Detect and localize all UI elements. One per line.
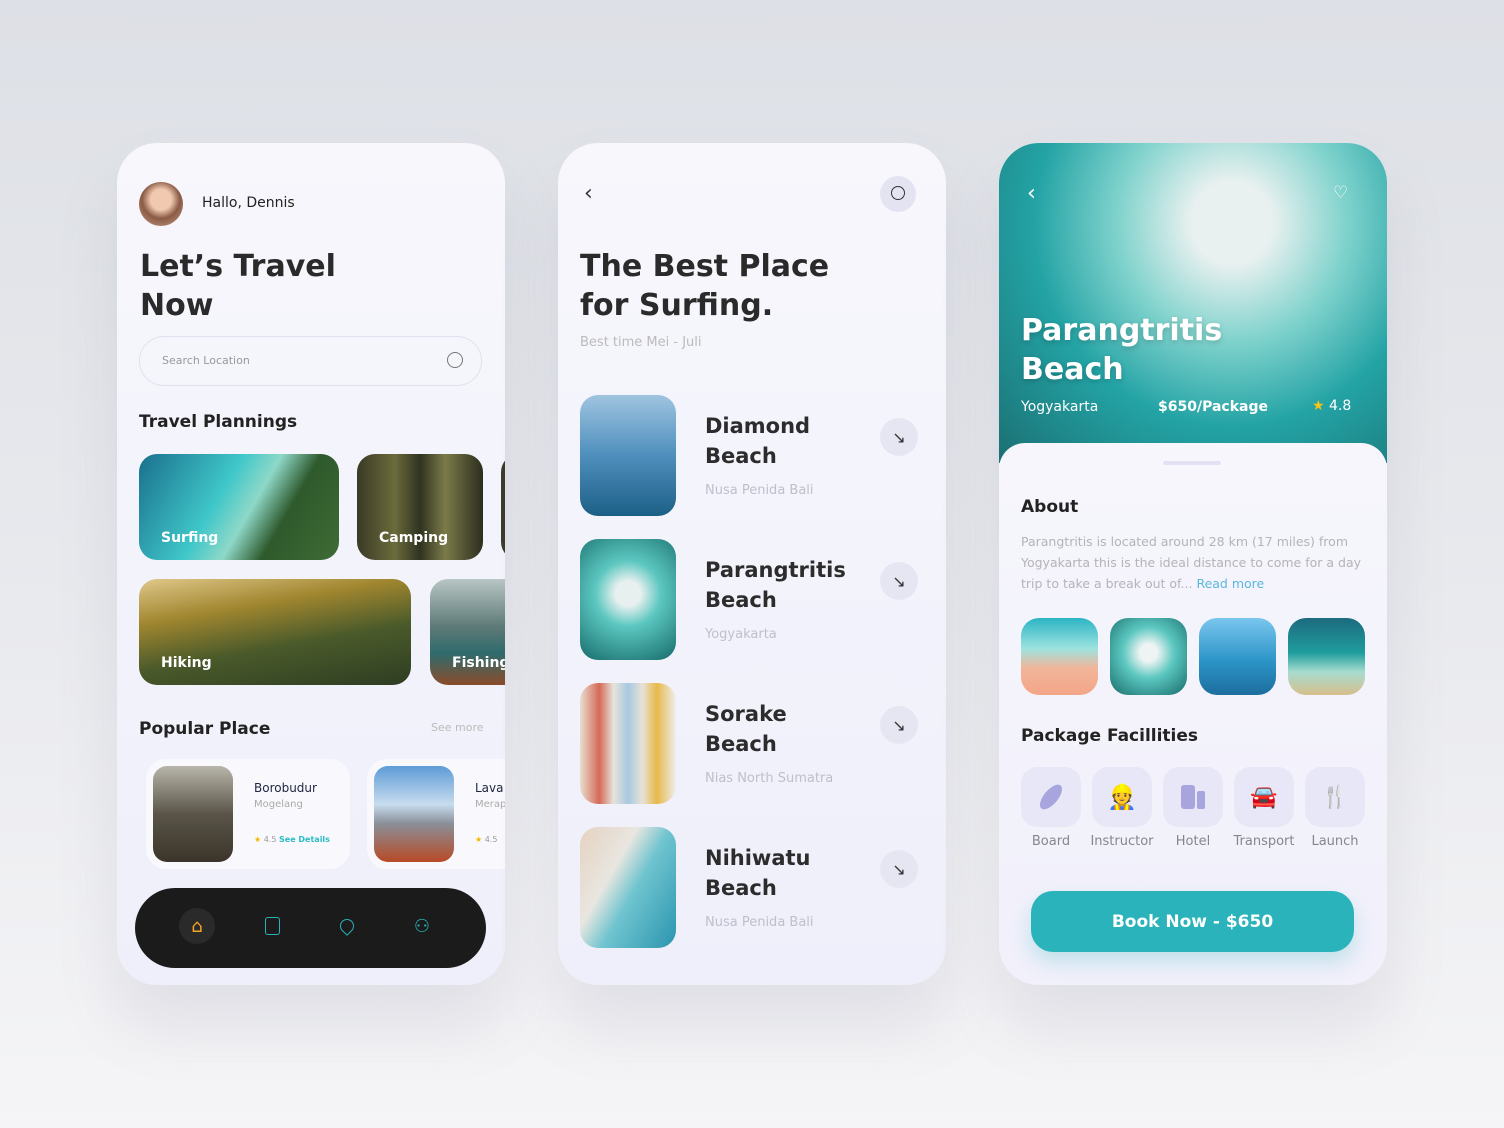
facility-label: Launch xyxy=(1311,834,1359,849)
location: Yogyakarta xyxy=(1021,399,1099,415)
avatar[interactable] xyxy=(139,182,183,226)
gallery-image[interactable] xyxy=(1110,618,1187,695)
place-rating: ★ 4.5 See Details xyxy=(254,835,330,844)
bottom-nav: ⌂ ⚇ xyxy=(135,888,486,968)
arrow-down-right-icon[interactable]: ↘ xyxy=(880,850,918,888)
search-icon xyxy=(891,186,905,200)
location-icon[interactable] xyxy=(329,908,365,944)
drag-handle[interactable] xyxy=(1163,461,1221,465)
beach-name: Diamond Beach xyxy=(705,414,811,468)
beach-title: Parangtritis Beach xyxy=(1021,313,1223,387)
place-name: Borobudur xyxy=(254,781,317,795)
travel-plannings-title: Travel Plannings xyxy=(139,412,298,432)
about-title: About xyxy=(1021,497,1079,517)
search-button[interactable] xyxy=(880,176,916,212)
price: $650/Package xyxy=(1158,399,1268,415)
best-time-subtitle: Best time Mei - Juli xyxy=(580,335,702,350)
beach-image xyxy=(580,539,676,660)
back-button[interactable]: ‹ xyxy=(1027,181,1036,206)
star-icon: ★ xyxy=(1312,398,1325,414)
surfing-list-screen: ‹ The Best Place for Surfing. Best time M… xyxy=(558,143,946,985)
beach-item[interactable]: Nihiwatu Beach Nusa Penida Bali ↘ xyxy=(558,827,946,949)
greeting: Hallo, Dennis xyxy=(202,195,295,211)
hotel-icon[interactable] xyxy=(1163,767,1223,827)
gallery-image[interactable] xyxy=(1021,618,1098,695)
arrow-down-right-icon[interactable]: ↘ xyxy=(880,418,918,456)
surfboard-icon[interactable] xyxy=(1021,767,1081,827)
book-now-button[interactable]: Book Now - $650 xyxy=(1031,891,1354,952)
planning-more[interactable] xyxy=(501,454,505,560)
beach-name: Sorake Beach xyxy=(705,702,787,756)
beach-location: Nusa Penida Bali xyxy=(705,483,814,498)
page-title: The Best Place for Surfing. xyxy=(580,249,830,323)
beach-image xyxy=(580,395,676,516)
place-image xyxy=(153,766,233,862)
read-more-link[interactable]: Read more xyxy=(1196,576,1264,591)
home-icon[interactable]: ⌂ xyxy=(179,908,215,944)
search-input[interactable]: Search Location xyxy=(139,336,482,386)
beach-image xyxy=(580,683,676,804)
planning-surfing[interactable]: Surfing xyxy=(139,454,339,560)
document-icon[interactable] xyxy=(254,908,290,944)
page-title: Let’s Travel Now xyxy=(140,249,336,323)
place-card[interactable]: Borobudur Mogelang ★ 4.5 See Details xyxy=(146,759,350,869)
heart-icon[interactable]: ♡ xyxy=(1333,183,1348,203)
gallery-image[interactable] xyxy=(1288,618,1365,695)
hero-image xyxy=(999,143,1387,463)
place-name: Lava xyxy=(475,781,504,795)
facilities-title: Package Facillities xyxy=(1021,726,1199,746)
gallery-image[interactable] xyxy=(1199,618,1276,695)
beach-name: Parangtritis Beach xyxy=(705,558,846,612)
about-text: Parangtritis is located around 28 km (17… xyxy=(1021,534,1362,591)
beach-item[interactable]: Sorake Beach Nias North Sumatra ↘ xyxy=(558,683,946,805)
planning-hiking[interactable]: Hiking xyxy=(139,579,411,685)
beach-detail-screen: ‹ ♡ Parangtritis Beach Yogyakarta $650/Pa… xyxy=(999,143,1387,985)
profile-icon[interactable]: ⚇ xyxy=(404,908,440,944)
planning-fishing[interactable]: Fishing xyxy=(430,579,505,685)
beach-location: Nusa Penida Bali xyxy=(705,915,814,930)
rating: ★ 4.8 xyxy=(1312,398,1352,414)
arrow-down-right-icon[interactable]: ↘ xyxy=(880,706,918,744)
back-button[interactable]: ‹ xyxy=(584,181,593,206)
home-screen: Hallo, Dennis Let’s Travel Now Search Loc… xyxy=(117,143,505,985)
star-icon: ★ xyxy=(254,835,262,844)
instructor-icon[interactable]: 👷 xyxy=(1092,767,1152,827)
beach-location: Yogyakarta xyxy=(705,627,777,642)
arrow-down-right-icon[interactable]: ↘ xyxy=(880,562,918,600)
planning-camping[interactable]: Camping xyxy=(357,454,483,560)
beach-location: Nias North Sumatra xyxy=(705,771,834,786)
search-icon[interactable] xyxy=(447,352,463,368)
beach-item[interactable]: Diamond Beach Nusa Penida Bali ↘ xyxy=(558,395,946,517)
place-location: Merap xyxy=(475,799,505,810)
popular-place-title: Popular Place xyxy=(139,719,271,739)
place-location: Mogelang xyxy=(254,799,303,810)
fork-knife-icon[interactable]: 🍴 xyxy=(1305,767,1365,827)
place-image xyxy=(374,766,454,862)
beach-image xyxy=(580,827,676,948)
see-details-link[interactable]: See Details xyxy=(279,835,330,844)
place-rating: ★ 4.5 xyxy=(475,835,498,844)
star-icon: ★ xyxy=(475,835,483,844)
car-icon[interactable]: 🚘 xyxy=(1234,767,1294,827)
search-placeholder: Search Location xyxy=(162,354,250,367)
beach-item[interactable]: Parangtritis Beach Yogyakarta ↘ xyxy=(558,539,946,661)
beach-name: Nihiwatu Beach xyxy=(705,846,811,900)
place-card[interactable]: Lava Merap ★ 4.5 xyxy=(367,759,505,869)
see-more-link[interactable]: See more xyxy=(431,721,484,734)
